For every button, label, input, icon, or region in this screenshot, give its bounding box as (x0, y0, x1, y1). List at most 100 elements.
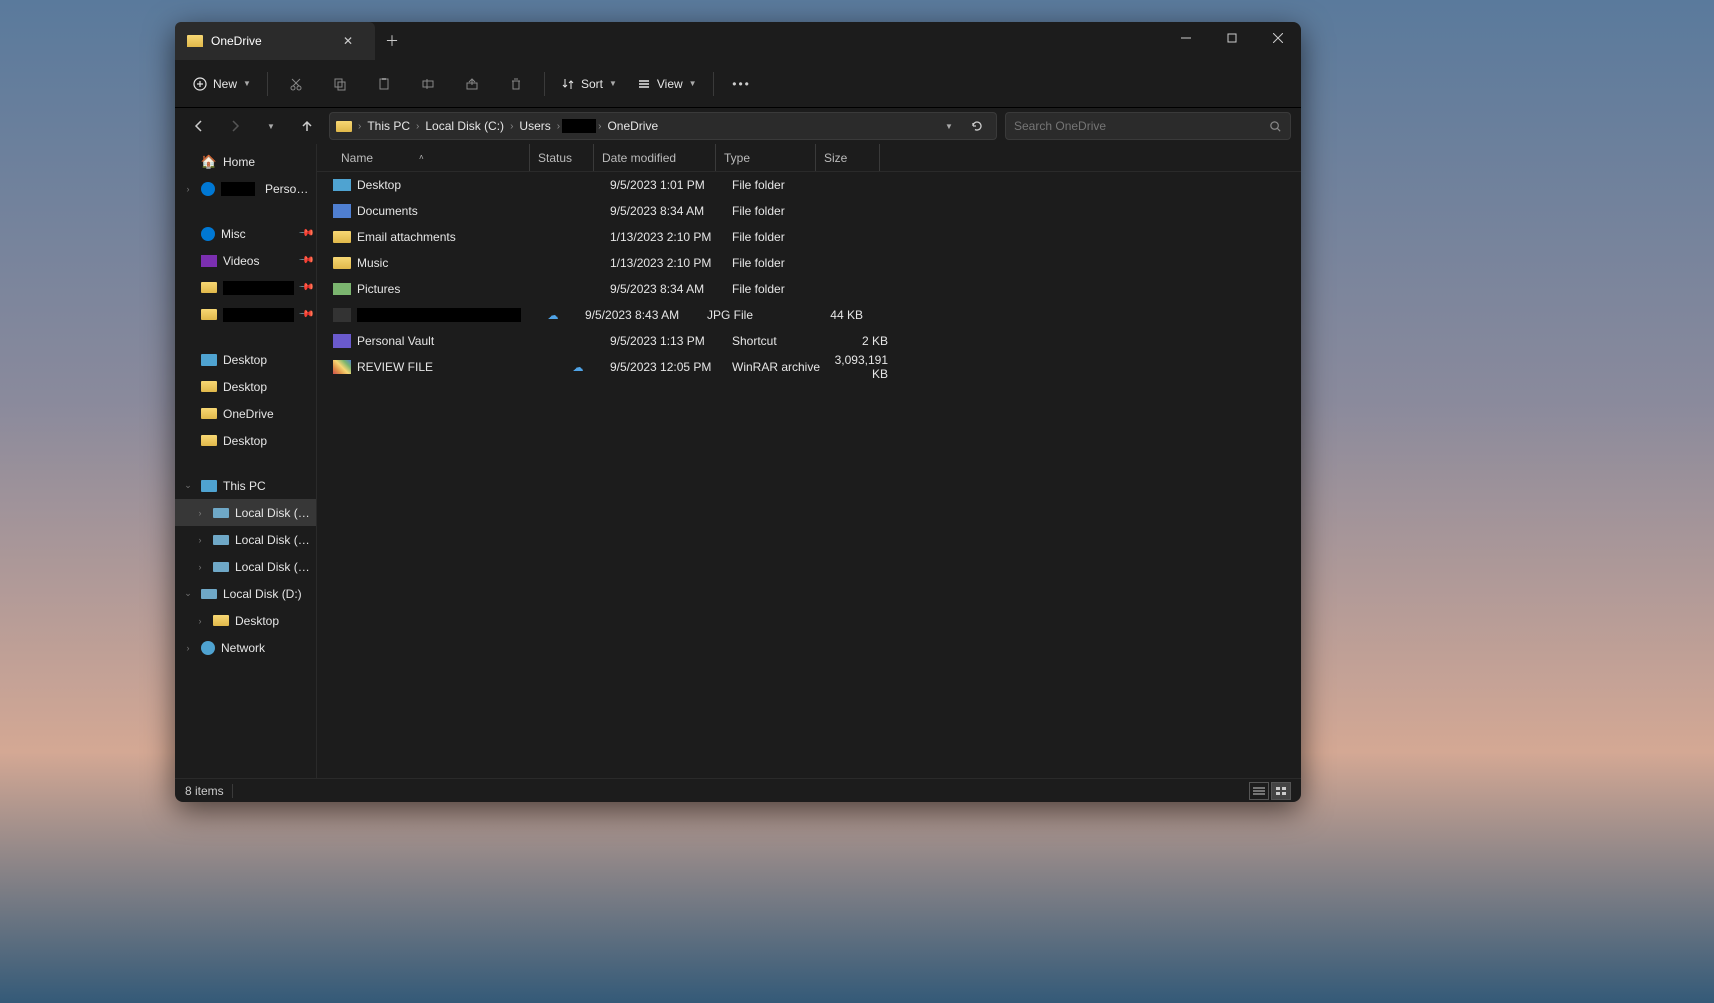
chevron-right-icon: › (193, 562, 207, 572)
file-row[interactable]: Pictures 9/5/2023 8:34 AM File folder (317, 276, 1301, 302)
file-size: 44 KB (807, 308, 871, 322)
column-status[interactable]: Status (530, 144, 594, 171)
back-button[interactable] (185, 112, 213, 140)
drive-icon (213, 562, 229, 572)
sidebar-drive-item[interactable]: ›Local Disk (E:) (175, 553, 316, 580)
column-date[interactable]: Date modified (594, 144, 716, 171)
cut-button[interactable] (276, 68, 316, 100)
chevron-right-icon: › (181, 184, 195, 194)
sidebar-folder-item[interactable]: Desktop (175, 427, 316, 454)
more-button[interactable]: ••• (722, 68, 762, 100)
file-type: WinRAR archive (732, 360, 832, 374)
file-type: File folder (732, 256, 832, 270)
sidebar-folder-item[interactable]: Desktop (175, 373, 316, 400)
file-row[interactable]: Documents 9/5/2023 8:34 AM File folder (317, 198, 1301, 224)
sidebar-item-label: OneDrive (223, 407, 312, 421)
file-row[interactable]: Personal Vault 9/5/2023 1:13 PM Shortcut… (317, 328, 1301, 354)
pic-icon (333, 283, 351, 295)
search-box[interactable] (1005, 112, 1291, 140)
chevron-right-icon: › (358, 121, 361, 132)
paste-button[interactable] (364, 68, 404, 100)
sidebar-drive-d-expanded[interactable]: ⌄ Local Disk (D:) (175, 580, 316, 607)
sidebar-quick-item[interactable]: 📌 (175, 274, 316, 301)
sidebar-thispc[interactable]: ⌄ This PC (175, 472, 316, 499)
refresh-button[interactable] (964, 113, 990, 139)
column-type[interactable]: Type (716, 144, 816, 171)
rename-icon (421, 77, 435, 91)
view-button[interactable]: View ▼ (629, 68, 705, 100)
breadcrumb-box[interactable]: › This PC › Local Disk (C:) › Users › › … (329, 112, 997, 140)
file-row[interactable]: Desktop 9/5/2023 1:01 PM File folder (317, 172, 1301, 198)
file-row[interactable]: Music 1/13/2023 2:10 PM File folder (317, 250, 1301, 276)
file-type: JPG File (707, 308, 807, 322)
breadcrumb-item[interactable]: OneDrive (603, 117, 662, 135)
file-list: Desktop 9/5/2023 1:01 PM File folder Doc… (317, 172, 1301, 778)
sidebar-personal[interactable]: › Personal (175, 175, 316, 202)
pin-icon: 📌 (297, 252, 314, 269)
recent-button[interactable]: ▼ (257, 112, 285, 140)
chevron-right-icon: › (181, 643, 195, 653)
forward-button[interactable] (221, 112, 249, 140)
refresh-icon (970, 119, 984, 133)
close-tab-icon[interactable]: ✕ (333, 34, 363, 48)
up-button[interactable] (293, 112, 321, 140)
sidebar-drive-item[interactable]: ›Local Disk (C:) (175, 499, 316, 526)
file-type: File folder (732, 178, 832, 192)
divider (713, 72, 714, 96)
search-input[interactable] (1014, 119, 1269, 133)
window-controls (1163, 22, 1301, 60)
copy-button[interactable] (320, 68, 360, 100)
toolbar: New ▼ Sort ▼ View ▼ (175, 60, 1301, 108)
titlebar: OneDrive ✕ ＋ (175, 22, 1301, 60)
file-row[interactable]: Email attachments 1/13/2023 2:10 PM File… (317, 224, 1301, 250)
sort-icon (561, 77, 575, 91)
file-row[interactable]: REVIEW FILE ☁ 9/5/2023 12:05 PM WinRAR a… (317, 354, 1301, 380)
file-size: 2 KB (832, 334, 896, 348)
breadcrumb-item[interactable]: Users (515, 117, 554, 135)
pin-icon: 📌 (297, 306, 314, 323)
breadcrumb-item[interactable]: Local Disk (C:) (421, 117, 508, 135)
sort-button[interactable]: Sort ▼ (553, 68, 625, 100)
chevron-right-icon: › (416, 121, 419, 132)
view-toggles (1249, 782, 1291, 800)
delete-button[interactable] (496, 68, 536, 100)
file-status: ☁ (546, 361, 610, 374)
history-dropdown-button[interactable]: ▼ (936, 113, 962, 139)
sidebar-item-label (223, 308, 294, 322)
sidebar-quick-item[interactable]: Misc📌 (175, 220, 316, 247)
file-row[interactable]: ☁ 9/5/2023 8:43 AM JPG File 44 KB (317, 302, 1301, 328)
breadcrumb-item[interactable]: This PC (363, 117, 414, 135)
thumbnails-view-button[interactable] (1271, 782, 1291, 800)
minimize-button[interactable] (1163, 22, 1209, 54)
file-name: Desktop (357, 178, 546, 192)
sidebar-home[interactable]: 🏠 Home (175, 148, 316, 175)
details-view-button[interactable] (1249, 782, 1269, 800)
sidebar-folder-item[interactable]: Desktop (175, 346, 316, 373)
new-button[interactable]: New ▼ (185, 68, 259, 100)
tab-onedrive[interactable]: OneDrive ✕ (175, 22, 375, 60)
column-size[interactable]: Size (816, 144, 880, 171)
item-count: 8 items (185, 784, 224, 798)
rename-button[interactable] (408, 68, 448, 100)
sidebar-item-label: This PC (223, 479, 312, 493)
column-name[interactable]: Name ˄ (317, 144, 530, 171)
file-date: 9/5/2023 1:01 PM (610, 178, 732, 192)
pin-icon: 📌 (297, 279, 314, 296)
divider (267, 72, 268, 96)
drive-icon (213, 535, 229, 545)
new-tab-button[interactable]: ＋ (375, 22, 409, 60)
maximize-button[interactable] (1209, 22, 1255, 54)
trash-icon (509, 77, 523, 91)
sidebar-network[interactable]: › Network (175, 634, 316, 661)
sidebar-drive-d-child[interactable]: › Desktop (175, 607, 316, 634)
sidebar-drive-item[interactable]: ›Local Disk (D:) (175, 526, 316, 553)
chevron-right-icon: › (193, 508, 207, 518)
sidebar-quick-item[interactable]: 📌 (175, 301, 316, 328)
close-window-button[interactable] (1255, 22, 1301, 54)
breadcrumb-item-redacted[interactable] (562, 119, 596, 133)
desktop-icon (201, 354, 217, 366)
file-date: 9/5/2023 8:43 AM (585, 308, 707, 322)
share-button[interactable] (452, 68, 492, 100)
sidebar-quick-item[interactable]: Videos📌 (175, 247, 316, 274)
sidebar-folder-item[interactable]: OneDrive (175, 400, 316, 427)
